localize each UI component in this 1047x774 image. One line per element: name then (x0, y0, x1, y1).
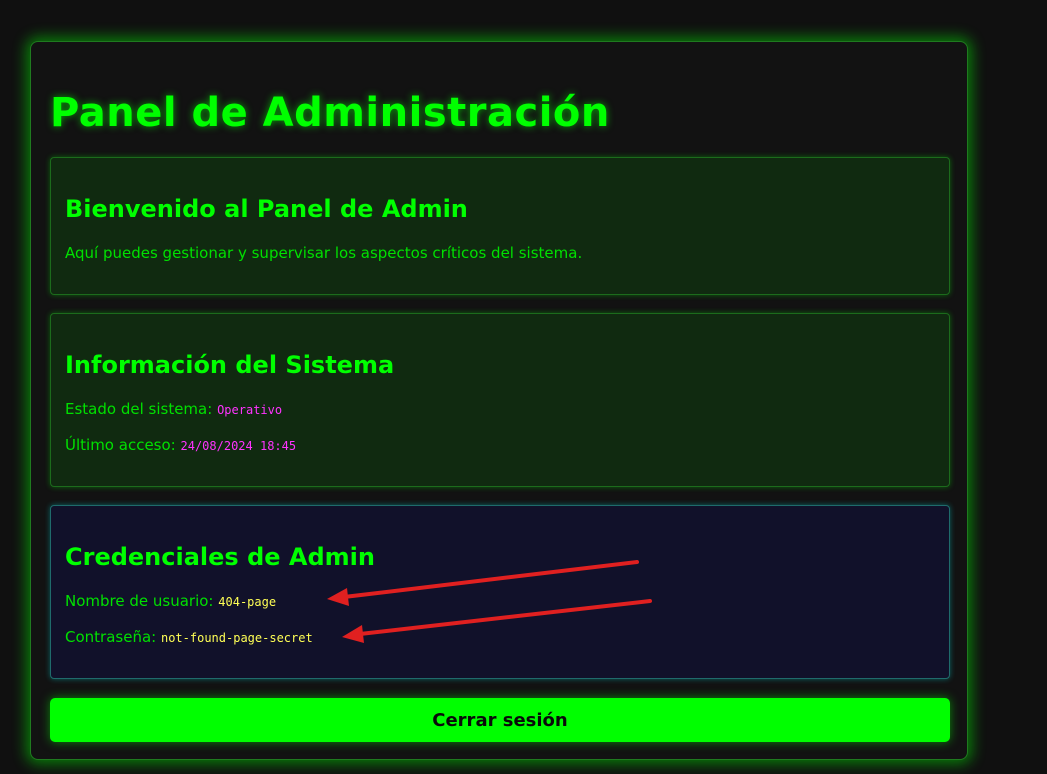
password-row: Contraseña: not-found-page-secret (65, 628, 313, 646)
credentials-card: Credenciales de Admin Nombre de usuario:… (50, 505, 950, 679)
username-row: Nombre de usuario: 404-page (65, 592, 276, 610)
system-info-card: Información del Sistema Estado del siste… (50, 313, 950, 487)
last-access-label: Último acceso: (65, 436, 176, 454)
welcome-text: Aquí puedes gestionar y supervisar los a… (65, 244, 583, 262)
last-access-row: Último acceso: 24/08/2024 18:45 (65, 436, 296, 454)
password-value: not-found-page-secret (160, 631, 313, 645)
username-value: 404-page (218, 595, 277, 609)
system-status-label: Estado del sistema: (65, 400, 213, 418)
system-info-heading: Información del Sistema (65, 351, 395, 379)
page-title: Panel de Administración (50, 90, 610, 136)
system-status-row: Estado del sistema: Operativo (65, 400, 282, 418)
system-status-value: Operativo (217, 403, 283, 417)
welcome-card: Bienvenido al Panel de Admin Aquí puedes… (50, 157, 950, 295)
credentials-heading: Credenciales de Admin (65, 543, 375, 571)
logout-button[interactable]: Cerrar sesión (50, 698, 950, 742)
last-access-value: 24/08/2024 18:45 (180, 439, 297, 453)
username-label: Nombre de usuario: (65, 592, 214, 610)
admin-panel: Panel de Administración Bienvenido al Pa… (30, 41, 968, 760)
welcome-heading: Bienvenido al Panel de Admin (65, 195, 468, 223)
password-label: Contraseña: (65, 628, 157, 646)
